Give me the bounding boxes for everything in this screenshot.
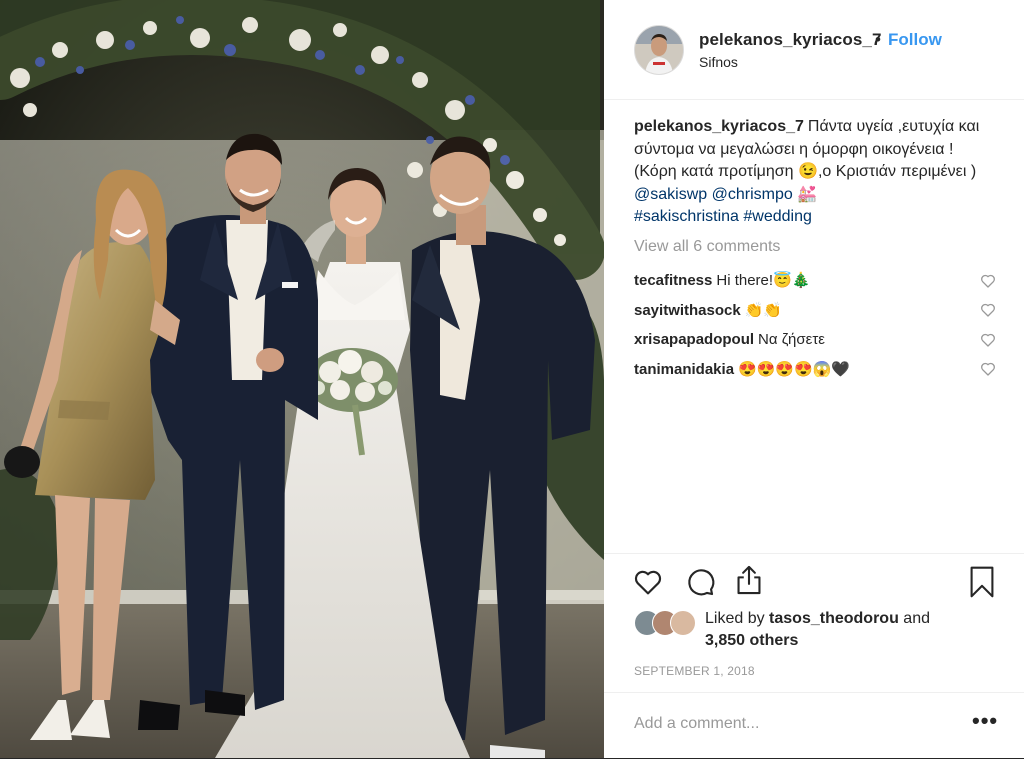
avatar[interactable] bbox=[634, 25, 684, 75]
mention-link[interactable]: @chrismpo bbox=[712, 186, 793, 203]
caption-emoji: 💒 bbox=[797, 185, 818, 203]
comment-username[interactable]: xrisapapadopoul bbox=[634, 331, 754, 348]
comment-text: Να ζήσετε bbox=[758, 331, 825, 348]
caption: pelekanos_kyriacos_7 Πάντα υγεία ,ευτυχία… bbox=[634, 116, 990, 229]
mention-link[interactable]: @sakiswp bbox=[634, 186, 707, 203]
hashtag-link[interactable]: #sakischristina bbox=[634, 208, 739, 225]
post-side-panel: pelekanos_kyriacos_7 • Follow Sifnos pel… bbox=[604, 0, 1024, 758]
hashtag-link[interactable]: #wedding bbox=[743, 208, 812, 225]
heart-outline-icon[interactable] bbox=[980, 302, 996, 318]
location-link[interactable]: Sifnos bbox=[699, 54, 738, 70]
likes-middle: and bbox=[903, 610, 930, 627]
comment-bubble-icon[interactable] bbox=[684, 566, 716, 598]
avatar bbox=[670, 610, 696, 636]
comment-username[interactable]: tecafitness bbox=[634, 272, 712, 289]
comment-item: tecafitness Hi there!😇🎄 bbox=[634, 271, 990, 289]
comment-text: 😍😍😍😍😱🖤 bbox=[738, 361, 851, 378]
follow-button[interactable]: Follow bbox=[888, 30, 942, 50]
heart-outline-icon[interactable] bbox=[980, 273, 996, 289]
avatar-photo-illustration bbox=[635, 26, 683, 74]
comment-username[interactable]: sayitwithasock bbox=[634, 302, 741, 319]
liked-by-avatars bbox=[634, 610, 704, 636]
action-bar-divider bbox=[604, 553, 1024, 556]
comment-text: 👏👏 bbox=[744, 302, 783, 319]
liked-by-user-link[interactable]: tasos_theodorou bbox=[769, 610, 899, 627]
comment-text: Hi there!😇🎄 bbox=[716, 272, 811, 289]
comment-item: tanimanidakia 😍😍😍😍😱🖤 bbox=[634, 360, 990, 378]
heart-icon[interactable] bbox=[632, 566, 664, 598]
heart-outline-icon[interactable] bbox=[980, 332, 996, 348]
heart-outline-icon[interactable] bbox=[980, 361, 996, 377]
more-options-icon[interactable]: ••• bbox=[972, 708, 998, 734]
likes-others-link[interactable]: 3,850 others bbox=[705, 632, 798, 649]
add-comment-input[interactable] bbox=[634, 711, 934, 737]
likes-summary: Liked by tasos_theodorou and 3,850 other… bbox=[705, 608, 975, 652]
add-comment-section: ••• bbox=[604, 692, 1024, 759]
wedding-photo-illustration bbox=[0, 0, 604, 758]
instagram-post: pelekanos_kyriacos_7 • Follow Sifnos pel… bbox=[0, 0, 1024, 758]
separator-dot: • bbox=[875, 30, 881, 49]
likes-prefix: Liked by bbox=[705, 610, 765, 627]
username-link[interactable]: pelekanos_kyriacos_7 bbox=[699, 30, 882, 50]
caption-username[interactable]: pelekanos_kyriacos_7 bbox=[634, 118, 804, 135]
post-photo[interactable] bbox=[0, 0, 604, 758]
view-all-comments-link[interactable]: View all 6 comments bbox=[634, 238, 780, 256]
comment-item: xrisapapadopoul Να ζήσετε bbox=[634, 331, 990, 348]
share-icon[interactable] bbox=[733, 563, 765, 597]
bookmark-icon[interactable] bbox=[969, 565, 995, 599]
comment-username[interactable]: tanimanidakia bbox=[634, 361, 734, 378]
comment-item: sayitwithasock 👏👏 bbox=[634, 301, 990, 319]
post-header: pelekanos_kyriacos_7 • Follow Sifnos bbox=[604, 0, 1024, 100]
post-date[interactable]: SEPTEMBER 1, 2018 bbox=[634, 664, 755, 678]
